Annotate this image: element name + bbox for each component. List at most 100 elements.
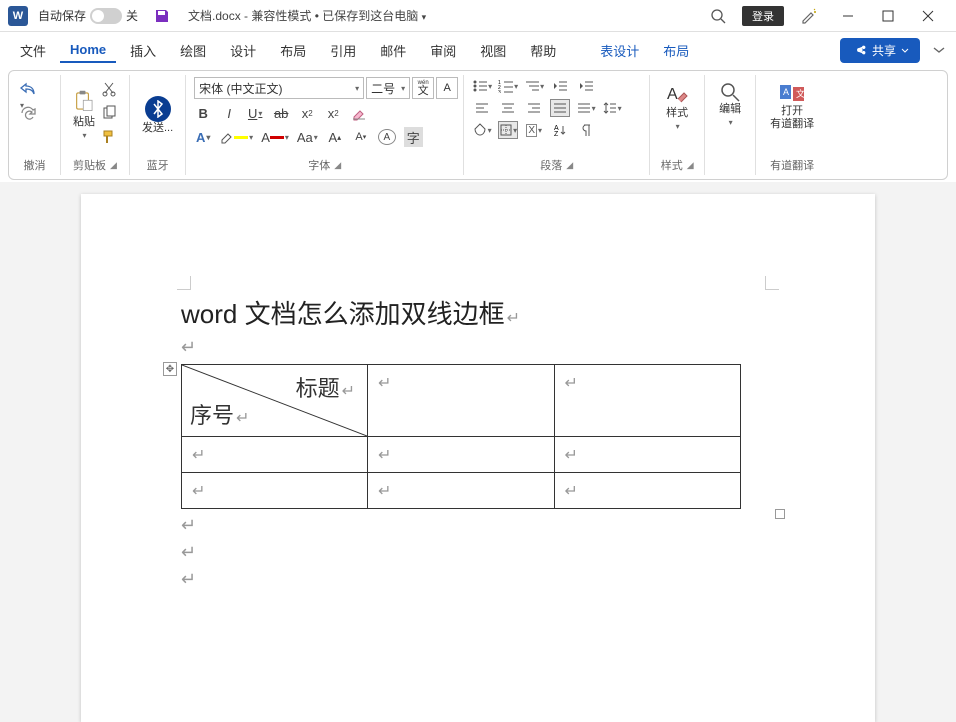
- grow-font-button[interactable]: A▴: [326, 127, 344, 147]
- paragraph-launcher-icon[interactable]: ◢: [566, 160, 573, 171]
- char-shading-button[interactable]: 字: [404, 127, 423, 147]
- table-cell[interactable]: ↵: [368, 437, 555, 473]
- paste-button[interactable]: 粘贴▾: [69, 77, 99, 155]
- tab-design[interactable]: 设计: [220, 37, 266, 64]
- bold-button[interactable]: B: [194, 103, 212, 123]
- strikethrough-button[interactable]: ab: [272, 103, 290, 123]
- ribbon-options-icon[interactable]: [932, 43, 946, 57]
- line-spacing-button[interactable]: ▾: [602, 99, 622, 117]
- shrink-font-button[interactable]: A▾: [352, 127, 370, 147]
- cell-serial-text[interactable]: 序号↵: [190, 398, 249, 430]
- table-header-diagonal-cell[interactable]: 标题↵ 序号↵: [182, 365, 368, 437]
- multilevel-list-button[interactable]: ▾: [524, 77, 544, 95]
- tab-layout[interactable]: 布局: [270, 37, 316, 64]
- format-painter-icon[interactable]: [101, 129, 119, 147]
- asian-layout-button[interactable]: X▾: [524, 121, 544, 139]
- styles-launcher-icon[interactable]: ◢: [687, 160, 694, 171]
- autosave-toggle[interactable]: 自动保存 关: [38, 7, 138, 24]
- highlight-button[interactable]: ▾: [220, 127, 253, 147]
- document-workspace[interactable]: word 文档怎么添加双线边框↵ ↵ ✥ 标题↵ 序号↵ ↵ ↵ ↵ ↵: [0, 182, 956, 722]
- paragraph-mark[interactable]: ↵: [181, 515, 775, 536]
- table-cell[interactable]: ↵: [554, 437, 741, 473]
- cell-title-text[interactable]: 标题↵: [296, 371, 355, 403]
- tab-file[interactable]: 文件: [10, 37, 56, 64]
- borders-button[interactable]: ▾: [498, 121, 518, 139]
- table-cell[interactable]: ↵: [182, 473, 368, 509]
- redo-icon[interactable]: [19, 105, 37, 123]
- editing-button[interactable]: 编辑▾: [713, 77, 747, 133]
- tab-references[interactable]: 引用: [320, 37, 366, 64]
- text-effects-button[interactable]: A▾: [194, 127, 212, 147]
- bluetooth-send-button[interactable]: 发送...: [138, 77, 177, 155]
- distribute-button[interactable]: ▾: [576, 99, 596, 117]
- table-cell[interactable]: ↵: [554, 365, 741, 437]
- paragraph-mark[interactable]: ↵: [181, 569, 775, 590]
- align-right-button[interactable]: [524, 99, 544, 117]
- table-move-handle-icon[interactable]: ✥: [163, 362, 177, 376]
- underline-button[interactable]: U▾: [246, 103, 264, 123]
- phonetic-guide-button[interactable]: wén文: [412, 77, 434, 99]
- document-page[interactable]: word 文档怎么添加双线边框↵ ↵ ✥ 标题↵ 序号↵ ↵ ↵ ↵ ↵: [81, 194, 875, 722]
- login-button[interactable]: 登录: [742, 6, 784, 26]
- tab-table-design[interactable]: 表设计: [590, 37, 649, 64]
- toggle-switch-icon[interactable]: [90, 8, 122, 24]
- save-icon[interactable]: [154, 8, 170, 24]
- table-cell[interactable]: ↵: [182, 437, 368, 473]
- table-row[interactable]: ↵ ↵ ↵: [182, 473, 741, 509]
- minimize-button[interactable]: [828, 2, 868, 30]
- tab-help[interactable]: 帮助: [520, 37, 566, 64]
- italic-button[interactable]: I: [220, 103, 238, 123]
- align-justify-button[interactable]: [550, 99, 570, 117]
- align-center-button[interactable]: [498, 99, 518, 117]
- tab-insert[interactable]: 插入: [120, 37, 166, 64]
- table-cell[interactable]: ↵: [554, 473, 741, 509]
- search-icon[interactable]: [710, 8, 726, 24]
- clear-formatting-icon[interactable]: [350, 103, 368, 123]
- enclose-char-button[interactable]: A: [378, 129, 396, 145]
- decrease-indent-button[interactable]: [550, 77, 570, 95]
- increase-indent-button[interactable]: [576, 77, 596, 95]
- numbering-button[interactable]: 123▾: [498, 77, 518, 95]
- maximize-button[interactable]: [868, 2, 908, 30]
- svg-text:A: A: [783, 87, 789, 97]
- table-resize-handle-icon[interactable]: [775, 509, 785, 519]
- table-cell[interactable]: ↵: [368, 473, 555, 509]
- styles-button[interactable]: A 样式▾: [658, 77, 696, 137]
- subscript-button[interactable]: x2: [298, 103, 316, 123]
- bullets-button[interactable]: ▾: [472, 77, 492, 95]
- font-color-button[interactable]: A▾: [261, 127, 289, 147]
- table-cell[interactable]: ↵: [368, 365, 555, 437]
- tab-draw[interactable]: 绘图: [170, 37, 216, 64]
- show-marks-button[interactable]: [576, 121, 596, 139]
- sort-button[interactable]: AZ: [550, 121, 570, 139]
- paragraph-mark[interactable]: ↵: [181, 337, 775, 358]
- document-heading[interactable]: word 文档怎么添加双线边框↵: [181, 294, 775, 331]
- character-border-button[interactable]: A: [436, 77, 458, 99]
- tab-home[interactable]: Home: [60, 38, 116, 63]
- shading-button[interactable]: ▾: [472, 121, 492, 139]
- document-table[interactable]: 标题↵ 序号↵ ↵ ↵ ↵ ↵ ↵ ↵ ↵ ↵: [181, 364, 741, 509]
- table-row[interactable]: 标题↵ 序号↵ ↵ ↵: [182, 365, 741, 437]
- share-button[interactable]: 共享: [840, 38, 920, 63]
- tab-view[interactable]: 视图: [470, 37, 516, 64]
- tab-table-layout[interactable]: 布局: [653, 37, 699, 64]
- close-button[interactable]: [908, 2, 948, 30]
- paragraph-mark[interactable]: ↵: [181, 542, 775, 563]
- tab-mailings[interactable]: 邮件: [370, 37, 416, 64]
- table-row[interactable]: ↵ ↵ ↵: [182, 437, 741, 473]
- font-launcher-icon[interactable]: ◢: [334, 160, 341, 171]
- superscript-button[interactable]: x2: [324, 103, 342, 123]
- youdao-open-button[interactable]: A文 打开有道翻译: [764, 77, 820, 135]
- font-size-combo[interactable]: 二号▾: [366, 77, 410, 99]
- autosave-label: 自动保存: [38, 7, 86, 24]
- undo-icon[interactable]: ▾: [19, 81, 37, 99]
- clipboard-launcher-icon[interactable]: ◢: [110, 160, 117, 171]
- copy-icon[interactable]: [101, 105, 119, 123]
- change-case-button[interactable]: Aa▾: [297, 127, 318, 147]
- cut-icon[interactable]: [101, 81, 119, 99]
- tab-review[interactable]: 审阅: [420, 37, 466, 64]
- font-name-combo[interactable]: 宋体 (中文正文)▾: [194, 77, 364, 99]
- align-left-button[interactable]: [472, 99, 492, 117]
- pen-sparkle-icon[interactable]: [800, 7, 818, 25]
- margin-corner-icon: [177, 276, 191, 290]
